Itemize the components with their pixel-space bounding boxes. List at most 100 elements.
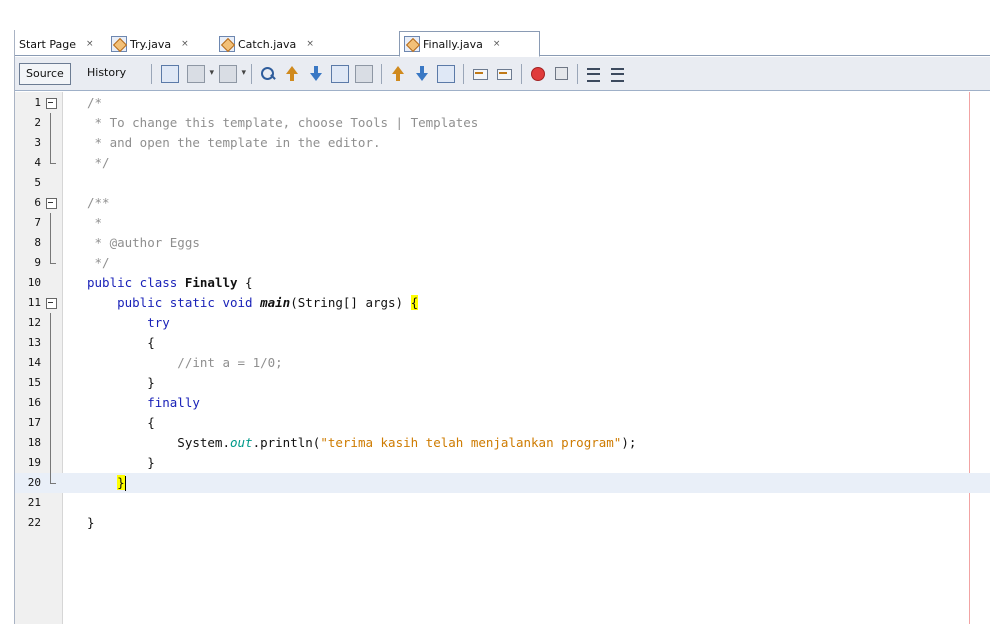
code-text: public class Finally { bbox=[87, 273, 253, 293]
code-text: */ bbox=[87, 255, 110, 270]
toggle-rectangular-selection-icon[interactable] bbox=[355, 65, 373, 83]
fold-guide bbox=[46, 393, 56, 413]
code-line: 6 /** bbox=[15, 193, 990, 213]
matching-brace: { bbox=[410, 295, 419, 310]
last-edit-icon[interactable] bbox=[161, 65, 179, 83]
method-name: main bbox=[260, 295, 291, 310]
line-number: 7 bbox=[34, 216, 41, 229]
code-text: } bbox=[87, 473, 126, 493]
code-line: 5 bbox=[15, 173, 990, 193]
shift-left-icon[interactable] bbox=[471, 65, 489, 83]
find-icon[interactable] bbox=[259, 65, 277, 83]
code-fragment: (String[] args) bbox=[290, 295, 411, 310]
code-text: public static void main(String[] args) { bbox=[87, 293, 419, 313]
line-number: 9 bbox=[34, 256, 41, 269]
code-text: /* bbox=[87, 95, 103, 110]
next-bookmark-icon[interactable] bbox=[413, 65, 431, 83]
fold-guide bbox=[46, 133, 56, 153]
code-fragment: .println( bbox=[252, 435, 321, 450]
code-line: 22 } bbox=[15, 513, 990, 533]
forward-icon[interactable] bbox=[219, 65, 246, 83]
line-number: 22 bbox=[27, 516, 41, 529]
source-view-button[interactable]: Source bbox=[19, 63, 71, 85]
find-next-icon[interactable] bbox=[307, 65, 325, 83]
close-icon[interactable]: × bbox=[493, 39, 501, 49]
find-previous-icon[interactable] bbox=[283, 65, 301, 83]
code-text: */ bbox=[87, 155, 110, 170]
fold-end-guide bbox=[46, 253, 56, 273]
string-literal: "terima kasih telah menjalankan program" bbox=[320, 435, 622, 450]
toolbar-separator bbox=[381, 64, 382, 84]
comment-icon[interactable] bbox=[585, 65, 603, 83]
close-icon[interactable]: × bbox=[86, 39, 94, 49]
tab-label: Catch.java bbox=[238, 37, 297, 51]
code-line: 4 */ bbox=[15, 153, 990, 173]
line-number: 1 bbox=[34, 96, 41, 109]
code-line: 1 /* bbox=[15, 93, 990, 113]
code-text: * @author Eggs bbox=[87, 235, 200, 250]
code-line: 16 finally bbox=[15, 393, 990, 413]
history-view-button[interactable]: History bbox=[81, 63, 132, 85]
code-line: 17 { bbox=[15, 413, 990, 433]
stop-macro-recording-icon[interactable] bbox=[555, 67, 568, 80]
code-fragment bbox=[87, 475, 117, 490]
code-fragment: { bbox=[237, 275, 253, 290]
code-text: /** bbox=[87, 195, 110, 210]
fold-collapse-icon[interactable] bbox=[46, 193, 57, 213]
line-number: 4 bbox=[34, 156, 41, 169]
toggle-bookmark-icon[interactable] bbox=[437, 65, 455, 83]
back-icon[interactable] bbox=[187, 65, 214, 83]
line-number: 10 bbox=[27, 276, 41, 289]
toggle-highlight-icon[interactable] bbox=[331, 65, 349, 83]
code-text: * and open the template in the editor. bbox=[87, 135, 381, 150]
line-number: 14 bbox=[27, 356, 41, 369]
previous-bookmark-icon[interactable] bbox=[389, 65, 407, 83]
code-line: 13 { bbox=[15, 333, 990, 353]
code-text: } bbox=[87, 455, 155, 470]
code-fragment: ); bbox=[621, 435, 637, 450]
fold-guide bbox=[46, 313, 56, 333]
static-field: out bbox=[230, 435, 253, 450]
tab-try-java[interactable]: Try.java × bbox=[107, 32, 189, 56]
line-number: 13 bbox=[27, 336, 41, 349]
fold-guide bbox=[46, 433, 56, 453]
line-number: 18 bbox=[27, 436, 41, 449]
editor-toolbar: Source History bbox=[15, 57, 990, 91]
tab-label: Start Page bbox=[19, 37, 76, 51]
fold-collapse-icon[interactable] bbox=[46, 93, 57, 113]
code-line: 7 * bbox=[15, 213, 990, 233]
line-number: 12 bbox=[27, 316, 41, 329]
fold-guide bbox=[46, 373, 56, 393]
code-text: try bbox=[87, 315, 170, 330]
toolbar-separator bbox=[151, 64, 152, 84]
start-macro-recording-icon[interactable] bbox=[531, 67, 545, 81]
line-number: 17 bbox=[27, 416, 41, 429]
close-icon[interactable]: × bbox=[181, 39, 189, 49]
uncomment-icon[interactable] bbox=[609, 65, 627, 83]
line-number: 16 bbox=[27, 396, 41, 409]
fold-guide bbox=[46, 333, 56, 353]
line-number: 8 bbox=[34, 236, 41, 249]
java-file-icon bbox=[219, 36, 235, 52]
fold-guide bbox=[46, 113, 56, 133]
line-number: 15 bbox=[27, 376, 41, 389]
close-icon[interactable]: × bbox=[306, 39, 314, 49]
tab-finally-java[interactable]: Finally.java × bbox=[399, 31, 540, 57]
code-text: * To change this template, choose Tools … bbox=[87, 115, 479, 130]
toolbar-separator bbox=[577, 64, 578, 84]
editor-window: Start Page × Try.java × Catch.java × Fin… bbox=[14, 30, 990, 624]
code-line: 9 */ bbox=[15, 253, 990, 273]
tab-catch-java[interactable]: Catch.java × bbox=[215, 32, 314, 56]
fold-guide bbox=[46, 453, 56, 473]
tab-label: Try.java bbox=[130, 37, 172, 51]
code-text: } bbox=[87, 375, 155, 390]
tab-start-page[interactable]: Start Page × bbox=[15, 32, 94, 56]
code-editor[interactable]: 1 /* 2 * To change this template, choose… bbox=[15, 92, 990, 624]
fold-collapse-icon[interactable] bbox=[46, 293, 57, 313]
code-line: 21 bbox=[15, 493, 990, 513]
code-line: 11 public static void main(String[] args… bbox=[15, 293, 990, 313]
shift-right-icon[interactable] bbox=[495, 65, 513, 83]
toolbar-separator bbox=[463, 64, 464, 84]
code-line: 12 try bbox=[15, 313, 990, 333]
keyword: public static void bbox=[87, 295, 261, 310]
